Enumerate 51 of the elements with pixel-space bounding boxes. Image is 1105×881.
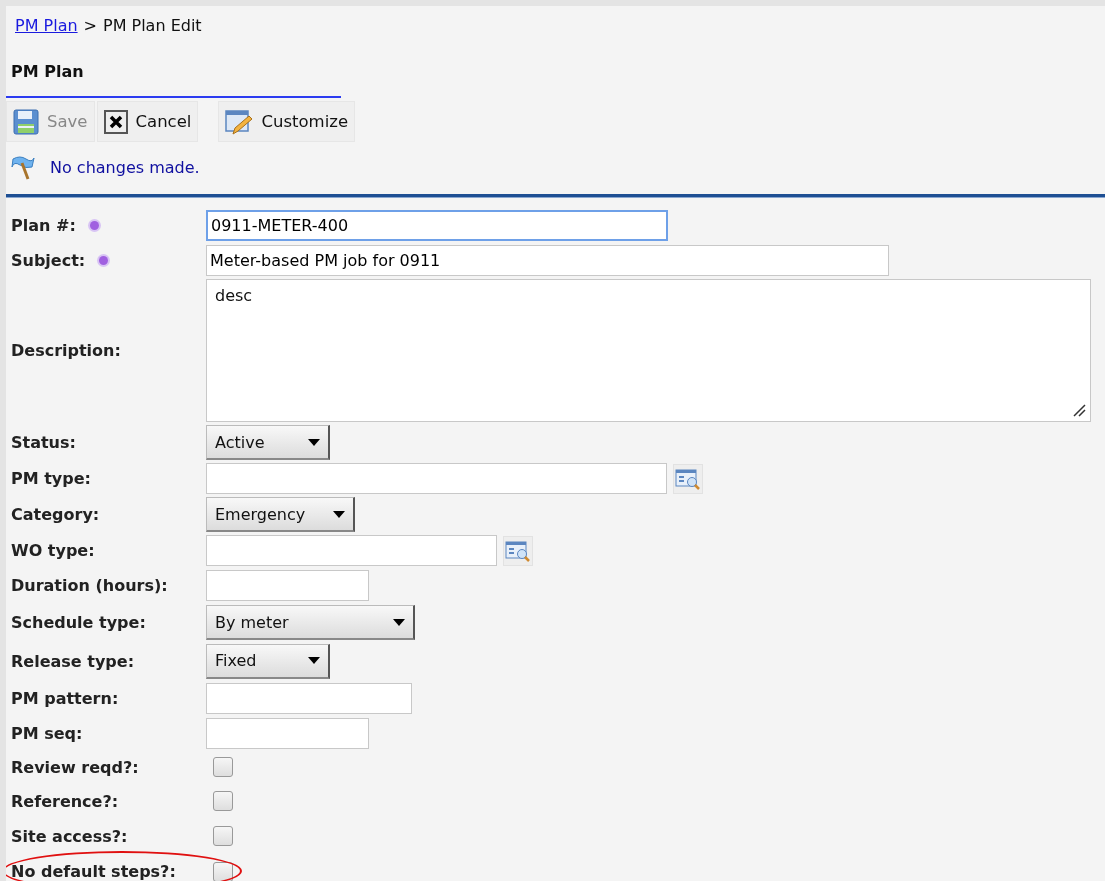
field-value: desc — [215, 286, 253, 305]
caret-icon — [393, 618, 405, 626]
breadcrumb-current: PM Plan Edit — [103, 16, 202, 35]
dropdown[interactable]: Emergency — [206, 497, 355, 532]
text-field[interactable] — [206, 682, 412, 714]
field-label: No default steps?: — [11, 862, 176, 881]
text-field[interactable]: Meter-based PM job for 0911 — [206, 245, 889, 276]
field-label: PM pattern: — [11, 688, 119, 708]
caret-icon — [308, 438, 320, 446]
text-field[interactable] — [206, 717, 369, 749]
description-field[interactable]: desc — [206, 279, 1091, 422]
field-label: Review reqd?: — [11, 757, 139, 777]
checkbox[interactable] — [213, 826, 233, 846]
dropdown[interactable]: By meter — [206, 605, 415, 640]
section-title: PM Plan — [10, 61, 84, 81]
window-pencil-icon — [225, 107, 254, 136]
lookup-button[interactable] — [503, 535, 533, 566]
status-message: No changes made. — [50, 157, 200, 177]
field-label: PM type: — [11, 469, 91, 488]
field-label: Schedule type: — [11, 613, 146, 632]
field-label: WO type: — [11, 541, 95, 560]
text-field[interactable]: 0911-METER-400 — [206, 210, 668, 241]
caret-icon — [308, 657, 320, 664]
field-label: Site access?: — [11, 826, 128, 846]
field-label: Duration (hours): — [11, 576, 168, 595]
field-label: Release type: — [11, 651, 135, 671]
field-label: Description: — [11, 341, 121, 360]
checkbox[interactable] — [213, 757, 233, 777]
field-label: Subject: — [11, 251, 86, 270]
checkbox[interactable] — [213, 861, 233, 881]
text-field[interactable] — [206, 463, 667, 494]
field-label: Category: — [11, 505, 100, 524]
text-field[interactable] — [206, 535, 497, 566]
save-icon — [13, 108, 39, 135]
dropdown[interactable]: Active — [206, 425, 330, 460]
breadcrumb-separator: > — [83, 16, 97, 35]
close-icon — [103, 109, 128, 134]
field-label: Status: — [11, 433, 76, 452]
text-field[interactable] — [206, 570, 369, 601]
checkbox[interactable] — [213, 791, 233, 811]
breadcrumb-link[interactable]: PM Plan — [15, 16, 78, 35]
customize-button[interactable]: Customize — [218, 101, 356, 142]
cancel-button[interactable]: Cancel — [96, 101, 199, 142]
field-label: PM seq: — [11, 723, 83, 743]
field-label: Reference?: — [11, 791, 119, 811]
lookup-button[interactable] — [673, 463, 703, 494]
flag-icon — [10, 154, 36, 180]
field-label: Plan #: — [11, 216, 76, 235]
caret-icon — [333, 510, 345, 518]
dropdown[interactable]: Fixed — [206, 643, 330, 679]
resize-grip-icon — [1072, 403, 1086, 417]
